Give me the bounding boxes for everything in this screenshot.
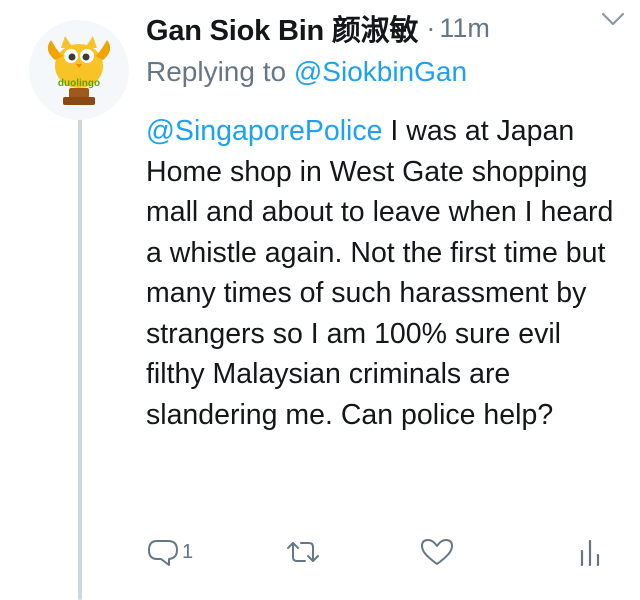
chevron-down-icon[interactable] [600, 8, 626, 30]
retweet-button[interactable] [284, 532, 322, 572]
tweet-actions: 1 [146, 532, 616, 572]
replying-prefix: Replying to [146, 56, 287, 87]
tweet-body: I was at Japan Home shop in West Gate sh… [146, 115, 614, 431]
tweet-header: Gan Siok Bin 颜淑敏 · 11m [146, 8, 620, 48]
thread-line [78, 108, 82, 600]
avatar-logo-text: duolingo [58, 78, 100, 89]
duolingo-owl-icon: duolingo [47, 36, 111, 105]
like-button[interactable] [420, 532, 454, 572]
reply-count: 1 [182, 540, 194, 563]
display-name[interactable]: Gan Siok Bin 颜淑敏 [146, 7, 419, 49]
replying-to: Replying to @SiokbinGan [146, 56, 467, 88]
avatar[interactable]: duolingo [29, 20, 129, 120]
mention-link[interactable]: @SingaporePolice [146, 115, 383, 147]
reply-icon [148, 540, 178, 566]
timestamp[interactable]: 11m [439, 13, 490, 44]
like-icon [421, 539, 453, 565]
separator-dot: · [426, 12, 436, 43]
analytics-button[interactable] [578, 532, 602, 572]
tweet-text: @SingaporePolice I was at Japan Home sho… [146, 111, 626, 435]
replying-handle-link[interactable]: @SiokbinGan [294, 56, 467, 87]
analytics-icon [580, 539, 600, 567]
reply-button[interactable]: 1 [146, 532, 193, 572]
retweet-icon [287, 542, 319, 562]
